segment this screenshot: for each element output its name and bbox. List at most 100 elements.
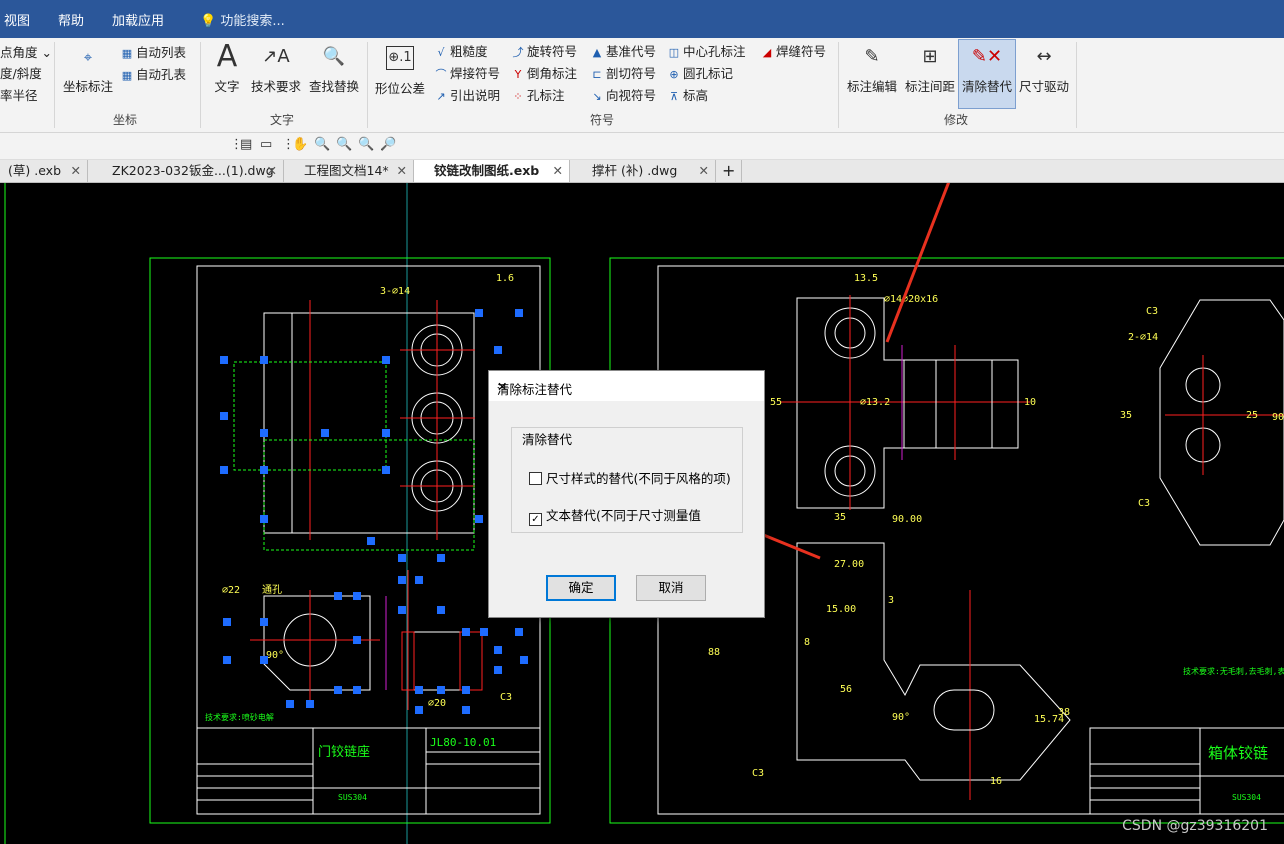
tab-doc-2[interactable]: ZK2023-032钣金...(1).dwg ✕: [88, 160, 284, 182]
layer-icon[interactable]: ▤: [240, 137, 252, 152]
checkbox-unchecked[interactable]: [529, 472, 542, 485]
weld-seam-label: 焊缝符号: [776, 44, 827, 59]
geom-tolerance-button[interactable]: ⊕.1 形位公差: [372, 40, 428, 97]
close-icon[interactable]: ✕: [553, 160, 563, 182]
dim-56: 56: [840, 684, 852, 695]
menu-view[interactable]: 视图: [4, 10, 30, 29]
material-left: SUS304: [338, 793, 367, 802]
chamfer-label: C3: [500, 692, 512, 703]
dialog-title-bar[interactable]: 清除标注替代 ✕: [489, 371, 764, 401]
text-button[interactable]: A 文字: [208, 40, 246, 95]
table-icon: ▦: [121, 69, 133, 82]
elevation-label: 标高: [683, 88, 709, 103]
datum-symbol-button[interactable]: ▲ 基准代号: [590, 41, 656, 60]
tab-doc-3[interactable]: 工程图文档14* ✕: [284, 160, 414, 182]
zoom-out-icon[interactable]: 🔍: [358, 137, 374, 152]
close-icon[interactable]: ✕: [397, 160, 407, 182]
dim-38: 38: [1058, 707, 1070, 718]
view-direction-label: 向视符号: [606, 88, 657, 103]
checkbox-checked-icon[interactable]: ✓: [529, 513, 542, 526]
roughness-label: 粗糙度: [450, 44, 488, 59]
add-tab-button[interactable]: +: [716, 160, 742, 182]
modify-group-title: 修改: [944, 113, 969, 127]
dim-8: 8: [804, 637, 810, 648]
tech-req-button[interactable]: ↗A 技术要求: [248, 40, 304, 95]
ok-button[interactable]: 确定: [546, 575, 616, 601]
auto-list-button[interactable]: ▦ 自动列表: [120, 42, 186, 61]
clear-override-label: 清除替代: [961, 79, 1012, 94]
pan-icon[interactable]: ✋: [292, 137, 308, 152]
lightbulb-icon: 💡: [200, 14, 217, 29]
zoom-dynamic-icon[interactable]: 🔎: [380, 137, 396, 152]
tab-doc-1[interactable]: (草) .exb ✕: [0, 160, 88, 182]
clear-override-dialog: 清除标注替代 ✕ 清除替代 尺寸样式的替代(不同于风格的项) ✓ 文本替代(不同于…: [488, 370, 765, 618]
weld-seam-button[interactable]: ◢ 焊缝符号: [760, 41, 826, 60]
tab-label: ZK2023-032钣金...(1).dwg: [112, 163, 274, 178]
tab-doc-4[interactable]: 铰链改制图纸.exb ✕: [414, 160, 570, 182]
dim-diameter-22: ⌀22: [222, 585, 240, 596]
dim-13-2: ⌀13.2: [860, 397, 890, 408]
radius-dim-item[interactable]: 率半径: [0, 85, 38, 104]
slope-dim-item[interactable]: 度/斜度: [0, 63, 42, 82]
weld-symbol-label: 焊接符号: [450, 66, 501, 81]
document-tabs: (草) .exb ✕ ZK2023-032钣金...(1).dwg ✕ 工程图文档1…: [0, 160, 1284, 183]
datum-icon: ▲: [592, 46, 602, 59]
dim-13-5: 13.5: [854, 273, 878, 284]
holes-2-14: 2-⌀14: [1128, 332, 1158, 343]
coord-dim-icon: ⌖: [83, 48, 93, 66]
center-hole-button[interactable]: ◫ 中心孔标注: [667, 41, 746, 60]
weld-symbol-button[interactable]: ⌒ 焊接符号: [434, 63, 501, 82]
rotate-symbol-label: 旋转符号: [527, 44, 578, 59]
view-direction-button[interactable]: ↘ 向视符号: [590, 85, 656, 104]
hole-icon: ⁘: [513, 90, 523, 103]
tab-doc-5[interactable]: 撑杆 (补) .dwg ✕: [570, 160, 716, 182]
hole-dim-button[interactable]: ⁘ 孔标注: [511, 85, 564, 104]
zoom-in-icon[interactable]: 🔍: [336, 137, 352, 152]
text-group-title: 文字: [270, 113, 295, 127]
weld-icon: ⌒: [435, 68, 447, 81]
close-icon[interactable]: ✕: [497, 379, 756, 394]
find-replace-button[interactable]: 🔍 查找替换: [306, 40, 362, 95]
style-override-label: 尺寸样式的替代(不同于风格的项): [546, 471, 731, 486]
clear-override-button[interactable]: ✎✕ 清除替代: [958, 39, 1016, 109]
dim-spacing-button[interactable]: ⊞ 标注间距: [902, 40, 958, 95]
close-icon[interactable]: ✕: [71, 160, 81, 182]
roughness-button[interactable]: √ 粗糙度: [434, 41, 488, 60]
find-replace-icon: 🔍: [322, 46, 346, 67]
dim-edit-button[interactable]: ✎ 标注编辑: [844, 40, 900, 95]
dim-55: 55: [770, 397, 782, 408]
dim-drive-label: 尺寸驱动: [1018, 79, 1069, 94]
menu-addons[interactable]: 加载应用: [112, 10, 164, 29]
drawing-number-left: JL80-10.01: [430, 736, 496, 749]
rotate-symbol-button[interactable]: ⤴ 旋转符号: [511, 41, 578, 60]
cancel-button[interactable]: 取消: [636, 575, 706, 601]
style-override-checkbox[interactable]: 尺寸样式的替代(不同于风格的项): [529, 468, 731, 487]
text-override-checkbox[interactable]: ✓ 文本替代(不同于尺寸测量值: [529, 505, 701, 526]
close-icon[interactable]: ✕: [699, 160, 709, 182]
menu-bar: 视图 帮助 加载应用 💡 功能搜索...: [0, 0, 1284, 38]
close-icon[interactable]: ✕: [267, 160, 277, 182]
dim-90-00: 90.00: [892, 514, 922, 525]
tech-note-right: 技术要求:无毛刺,去毛刺,表面抛光: [1183, 666, 1284, 676]
circle-hole-mark-button[interactable]: ⊕ 圆孔标记: [667, 63, 733, 82]
coord-dim-button[interactable]: ⌖ 坐标标注: [60, 40, 116, 95]
elevation-button[interactable]: ⊼ 标高: [667, 85, 708, 104]
section-symbol-button[interactable]: ⊏ 剖切符号: [590, 63, 656, 82]
menu-help[interactable]: 帮助: [58, 10, 84, 29]
chamfer-dim-button[interactable]: Y 倒角标注: [511, 63, 577, 82]
feature-search[interactable]: 💡 功能搜索...: [200, 10, 285, 29]
chamfer-dim-label: 倒角标注: [527, 66, 578, 81]
roughness-value: 1.6: [496, 273, 514, 284]
auto-hole-table-button[interactable]: ▦ 自动孔表: [120, 64, 186, 83]
text-button-label: 文字: [214, 79, 240, 94]
angle-dim-item[interactable]: 点角度 ⌄: [0, 42, 52, 61]
dim-25: 25: [1246, 410, 1258, 421]
dim-angle-right: 90°: [892, 712, 910, 723]
chamfer-c3-c: C3: [1138, 498, 1150, 509]
zoom-window-icon[interactable]: 🔍: [314, 137, 330, 152]
dim-drive-button[interactable]: ↔ 尺寸驱动: [1016, 40, 1072, 95]
tech-req-label: 技术要求: [250, 79, 301, 94]
chamfer-c3-a: C3: [752, 768, 764, 779]
measure-icon[interactable]: ▭: [260, 137, 272, 152]
leader-note-button[interactable]: ↗ 引出说明: [434, 85, 500, 104]
